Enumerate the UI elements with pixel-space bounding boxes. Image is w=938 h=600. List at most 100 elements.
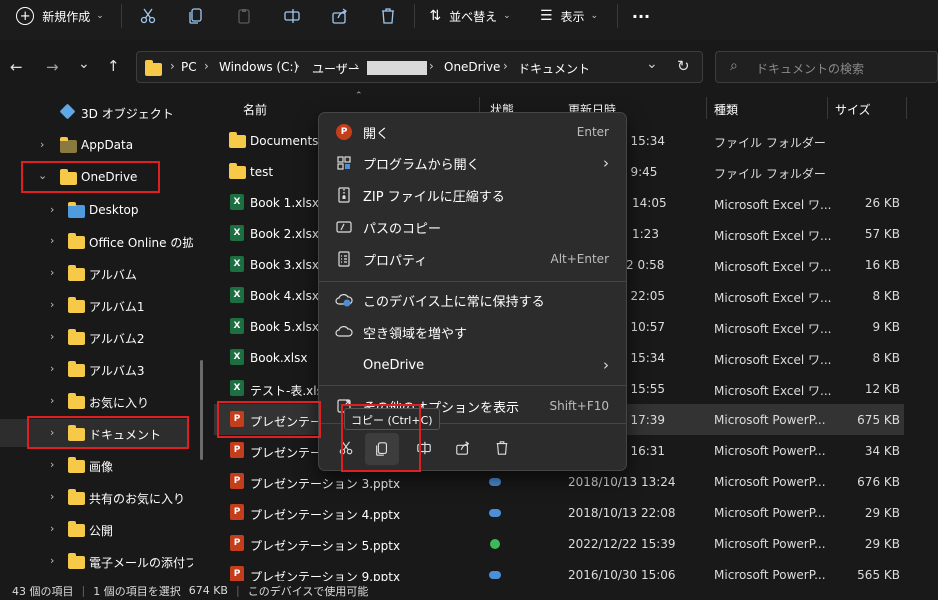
copy-button[interactable] — [182, 0, 210, 32]
file-size: 57 KB — [864, 227, 900, 241]
refresh-button[interactable]: ↻ — [677, 57, 690, 75]
menu-item-always-keep[interactable]: このデバイス上に常に保持する — [323, 285, 623, 315]
file-size: 675 KB — [857, 413, 900, 427]
column-header-type[interactable]: 種類 — [714, 101, 738, 118]
menu-item-compress-zip[interactable]: ZIP ファイルに圧縮する — [323, 180, 623, 210]
column-header-name[interactable]: 名前 — [243, 101, 267, 118]
address-bar[interactable]: › PC › Windows (C:) › ユーザー › › OneDrive … — [136, 51, 703, 83]
sidebar-item-shared-favorites[interactable]: › 共有のお気に入り — [0, 483, 205, 511]
recent-locations-button[interactable]: ⌄ — [78, 56, 90, 72]
breadcrumb-current[interactable]: ドキュメント — [518, 60, 590, 77]
file-type: Microsoft Excel ワ... — [714, 198, 832, 212]
up-button[interactable]: ↑ — [107, 57, 120, 75]
excel-file-icon: X — [230, 194, 244, 210]
sidebar-item-email-attachments[interactable]: › 電子メールの添付ファ — [0, 547, 205, 575]
menu-share-button[interactable] — [448, 433, 478, 463]
file-type: Microsoft PowerP... — [714, 568, 826, 581]
menu-item-free-up-space[interactable]: 空き領域を増やす — [323, 317, 623, 347]
breadcrumb-pc[interactable]: PC — [181, 60, 197, 74]
breadcrumb-drive[interactable]: Windows (C:) — [219, 60, 298, 74]
cloud-icon — [489, 509, 501, 517]
status-divider: | — [81, 584, 86, 597]
sidebar-scrollbar[interactable] — [200, 360, 203, 460]
file-type: Microsoft PowerP... — [714, 444, 826, 458]
view-label: 表示 — [560, 9, 585, 24]
sidebar-item-label: Office Online の拡張 — [89, 236, 193, 250]
column-header-size[interactable]: サイズ — [835, 101, 871, 118]
file-name: Book.xlsx — [250, 351, 308, 365]
file-name: プレゼンテーション 9.pptx — [250, 570, 401, 581]
menu-item-onedrive[interactable]: OneDrive › — [323, 350, 623, 380]
sidebar-item-album[interactable]: › アルバム — [0, 259, 205, 287]
excel-file-icon: X — [230, 256, 244, 272]
breadcrumb-onedrive[interactable]: OneDrive — [444, 60, 500, 74]
sidebar-item-album3[interactable]: › アルバム3 — [0, 355, 205, 383]
sidebar-item-label: AppData — [81, 138, 134, 152]
highlight-box-copy-button — [341, 404, 421, 472]
file-name: Book 5.xlsx — [250, 320, 319, 334]
sidebar-item-public[interactable]: › 公開 — [0, 515, 205, 543]
sidebar-item-appdata[interactable]: › AppData — [0, 131, 205, 159]
cut-button[interactable] — [134, 0, 162, 32]
sidebar-item-desktop[interactable]: › Desktop — [0, 196, 205, 224]
view-button[interactable]: ☰ 表示 ⌄ — [532, 0, 606, 32]
column-divider[interactable] — [706, 97, 707, 119]
search-box[interactable]: ⌕ ドキュメントの検索 — [715, 51, 938, 83]
sort-indicator-icon: ⌃ — [355, 91, 363, 101]
sort-button[interactable]: ⇅ 並べ替え ⌄ — [424, 0, 516, 32]
menu-item-label: プロパティ — [363, 253, 428, 269]
selected-count: 1 個の項目を選択 — [93, 584, 181, 598]
folder-icon — [68, 521, 85, 537]
sidebar-item-favorites[interactable]: › お気に入り — [0, 387, 205, 415]
forward-button[interactable]: → — [46, 58, 59, 76]
new-button[interactable]: + 新規作成 ⌄ — [8, 0, 112, 32]
chevron-right-icon: › — [50, 522, 55, 535]
table-row[interactable]: P プレゼンテーション 5.pptx 2022/12/22 15:39 Micr… — [214, 528, 904, 559]
chevron-right-icon: › — [50, 458, 55, 471]
paste-button[interactable] — [230, 0, 258, 32]
sidebar-item-album2[interactable]: › アルバム2 — [0, 323, 205, 351]
menu-item-open-with[interactable]: プログラムから開く › — [323, 148, 623, 178]
availability-status: このデバイスで使用可能 — [247, 584, 369, 598]
selected-size: 674 KB — [188, 584, 228, 597]
chevron-down-icon: ⌄ — [503, 11, 511, 21]
breadcrumb-sep: › — [170, 59, 175, 73]
menu-delete-button[interactable] — [487, 433, 517, 463]
address-dropdown-icon[interactable]: ⌄ — [646, 56, 658, 72]
menu-item-open[interactable]: P 開く Enter — [323, 117, 623, 147]
file-type: Microsoft PowerP... — [714, 475, 826, 489]
folder-icon — [68, 297, 85, 313]
file-date: 2016/10/30 15:06 — [568, 568, 676, 581]
column-divider[interactable] — [827, 97, 828, 119]
sidebar-item-3d-objects[interactable]: 3D オブジェクト — [0, 98, 205, 126]
folder-icon — [229, 163, 246, 179]
file-size: 8 KB — [872, 289, 900, 303]
file-date: 1:23 — [632, 227, 659, 241]
sidebar-item-office-online[interactable]: › Office Online の拡張 — [0, 227, 205, 255]
sidebar-item-pictures[interactable]: › 画像 — [0, 451, 205, 479]
file-type: Microsoft Excel ワ... — [714, 384, 832, 398]
sidebar-item-album1[interactable]: › アルバム1 — [0, 291, 205, 319]
column-divider[interactable] — [906, 97, 907, 119]
file-name: Book 1.xlsx — [250, 196, 319, 210]
table-row[interactable]: P プレゼンテーション 4.pptx 2018/10/13 22:08 Micr… — [214, 497, 904, 528]
file-name: Book 2.xlsx — [250, 227, 319, 241]
file-date: 2022/12/22 15:39 — [568, 537, 676, 551]
sidebar-item-label: アルバム3 — [89, 364, 145, 378]
rename-button[interactable] — [278, 0, 306, 32]
share-button[interactable] — [326, 0, 354, 32]
table-row[interactable]: P プレゼンテーション 9.pptx 2016/10/30 15:06 Micr… — [214, 559, 904, 581]
back-button[interactable]: ← — [10, 58, 23, 76]
file-size: 29 KB — [864, 537, 900, 551]
menu-item-properties[interactable]: プロパティ Alt+Enter — [323, 244, 623, 274]
breadcrumb-users[interactable]: ユーザー — [312, 60, 360, 77]
file-date: 2 0:58 — [626, 258, 665, 272]
redacted-username — [367, 61, 427, 75]
menu-item-copy-path[interactable]: パスのコピー — [323, 212, 623, 242]
sidebar-item-label: お気に入り — [89, 396, 150, 410]
chevron-right-icon: › — [50, 394, 55, 407]
more-options-button[interactable]: ··· — [626, 0, 656, 32]
file-type: Microsoft Excel ワ... — [714, 291, 832, 305]
delete-button[interactable] — [374, 0, 402, 32]
file-size: 8 KB — [872, 351, 900, 365]
